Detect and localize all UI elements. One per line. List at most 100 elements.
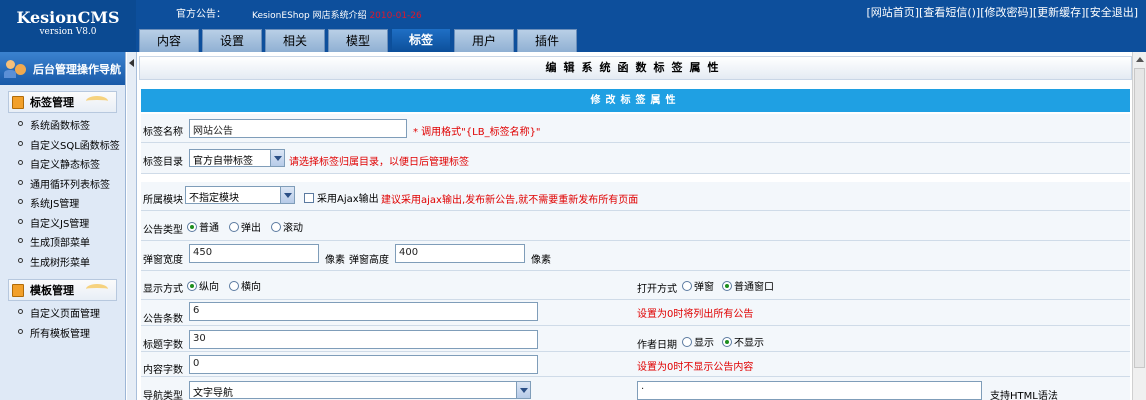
sidebar-item-custom-static-tags[interactable]: 自定义静态标签 (18, 156, 125, 176)
row-count: 公告条数 6 设置为0时将列出所有公告 (141, 300, 1130, 326)
author-option-label: 不显示 (734, 338, 764, 349)
nav-text-input[interactable]: · (637, 381, 982, 400)
sidebar-group-title: 标签管理 (30, 96, 74, 109)
notice-text[interactable]: KesionEShop 网店系统介绍 (252, 11, 369, 21)
author-label: 作者日期 (637, 340, 677, 351)
open-radio-popup[interactable]: 弹窗 (682, 278, 714, 293)
display-radio-vertical[interactable]: 纵向 (187, 278, 219, 293)
title-len-label: 标题字数 (143, 340, 183, 351)
tag-name-label: 标签名称 (143, 127, 183, 138)
link-messages-end[interactable]: )] (972, 6, 981, 19)
popup-width-label: 弹窗宽度 (143, 255, 183, 266)
sidebar-item-loop-list-tags[interactable]: 通用循环列表标签 (18, 176, 125, 196)
row-title-length: 标题字数 30 作者日期 显示 不显示 (141, 326, 1130, 352)
book-icon (12, 283, 24, 297)
tab-tags[interactable]: 标签 (391, 28, 451, 52)
tab-related[interactable]: 相关 (265, 29, 325, 52)
sidebar-list-tags: 系统函数标签 自定义SQL函数标签 自定义静态标签 通用循环列表标签 系统JS管… (0, 117, 125, 273)
content-len-label: 内容字数 (143, 365, 183, 376)
author-radio-show[interactable]: 显示 (682, 334, 714, 349)
display-option-label: 纵向 (199, 282, 219, 293)
page-title: 编辑系统函数标签属性 (139, 56, 1132, 80)
type-option-label: 普通 (199, 223, 219, 234)
display-radio-horizontal[interactable]: 横向 (229, 278, 261, 293)
row-module: 所属模块 不指定模块 采用Ajax输出 建议采用ajax输出,发布新公告,就不需… (141, 182, 1130, 211)
row-notice-type: 公告类型 普通 弹出 滚动 (141, 211, 1130, 241)
author-radio-hide[interactable]: 不显示 (722, 334, 764, 349)
checkbox-box[interactable] (304, 192, 314, 203)
type-radio-popup[interactable]: 弹出 (229, 219, 261, 234)
sidebar-group-template-manage[interactable]: 模板管理 (8, 279, 117, 301)
sidebar-item-tree-menu[interactable]: 生成树形菜单 (18, 254, 125, 274)
nav-label: 导航类型 (143, 391, 183, 400)
row-content-length: 内容字数 0 设置为0时不显示公告内容 (141, 352, 1130, 377)
notice-link[interactable]: KesionEShop 网店系统介绍 2010-01-26 (252, 8, 422, 21)
vertical-scrollbar[interactable] (1132, 52, 1146, 400)
ajax-label: 采用Ajax输出 (317, 194, 379, 205)
open-option-label: 弹窗 (694, 282, 714, 293)
link-logout[interactable]: [安全退出] (1085, 6, 1138, 19)
book-icon (12, 95, 24, 109)
sidebar-group-tag-manage[interactable]: 标签管理 (8, 91, 117, 113)
sidebar-item-system-function-tags[interactable]: 系统函数标签 (18, 117, 125, 137)
link-change-password[interactable]: [修改密码] (980, 6, 1033, 19)
title-len-input[interactable]: 30 (189, 330, 538, 349)
sidebar-group-title: 模板管理 (30, 284, 74, 297)
ajax-hint: 建议采用ajax输出,发布新公告,就不需要重新发布所有页面 (381, 195, 639, 206)
module-select[interactable]: 不指定模块 (185, 186, 295, 204)
top-header: KesionCMS version V8.0 官方公告： KesionEShop… (0, 0, 1146, 52)
popup-height-label: 弹窗高度 (349, 255, 389, 266)
main-tabs: 内容 设置 相关 模型 标签 用户 插件 (139, 28, 580, 52)
chevron-down-icon (270, 150, 284, 166)
row-popup-size: 弹窗宽度 450 像素 弹窗高度 400 像素 (141, 241, 1130, 271)
sidebar-item-system-js[interactable]: 系统JS管理 (18, 195, 125, 215)
tab-users[interactable]: 用户 (454, 29, 514, 52)
notice-date: 2010-01-26 (369, 11, 422, 21)
type-radio-normal[interactable]: 普通 (187, 219, 219, 234)
sidebar-item-custom-sql-tags[interactable]: 自定义SQL函数标签 (18, 137, 125, 157)
sidebar-item-top-menu[interactable]: 生成顶部菜单 (18, 234, 125, 254)
tag-name-input[interactable]: 网站公告 (189, 119, 407, 138)
link-messages[interactable]: [查看短信( (919, 6, 972, 19)
chevron-down-icon (280, 187, 294, 203)
section-title: 修改标签属性 (141, 89, 1130, 112)
tab-model[interactable]: 模型 (328, 29, 388, 52)
count-hint: 设置为0时将列出所有公告 (637, 309, 754, 320)
sidebar-collapse-strip[interactable] (127, 52, 137, 400)
row-nav-type: 导航类型 文字导航 · 支持HTML语法 (141, 377, 1130, 400)
link-refresh-cache[interactable]: [更新缓存] (1033, 6, 1086, 19)
module-label: 所属模块 (143, 195, 183, 206)
notice-label: 官方公告： (176, 9, 226, 20)
open-radio-normal[interactable]: 普通窗口 (722, 278, 774, 293)
type-option-label: 滚动 (283, 223, 303, 234)
content-hint: 设置为0时不显示公告内容 (637, 362, 754, 373)
link-home[interactable]: [网站首页] (866, 6, 919, 19)
collapse-arrow-icon[interactable] (129, 59, 134, 67)
sidebar-item-all-templates[interactable]: 所有模板管理 (18, 325, 125, 345)
type-radio-scroll[interactable]: 滚动 (271, 219, 303, 234)
nav-select[interactable]: 文字导航 (189, 381, 531, 399)
row-tag-name: 标签名称 网站公告 * 调用格式"{LB_标签名称}" (141, 114, 1130, 143)
count-label: 公告条数 (143, 314, 183, 325)
tab-content[interactable]: 内容 (139, 29, 199, 52)
popup-width-input[interactable]: 450 (189, 244, 319, 263)
author-option-label: 显示 (694, 338, 714, 349)
sidebar-item-custom-pages[interactable]: 自定义页面管理 (18, 305, 125, 325)
open-option-label: 普通窗口 (734, 282, 774, 293)
px-unit: 像素 (531, 255, 551, 266)
sidebar-item-custom-js[interactable]: 自定义JS管理 (18, 215, 125, 235)
sidebar: 后台管理操作导航 标签管理 系统函数标签 自定义SQL函数标签 自定义静态标签 … (0, 52, 126, 400)
ajax-checkbox[interactable]: 采用Ajax输出 (304, 190, 379, 205)
scroll-up-icon[interactable] (1135, 54, 1145, 66)
tab-plugins[interactable]: 插件 (517, 29, 577, 52)
chevron-down-icon (516, 382, 530, 398)
content-len-input[interactable]: 0 (189, 355, 538, 374)
scroll-thumb[interactable] (1134, 68, 1145, 368)
module-value: 不指定模块 (189, 193, 239, 204)
open-label: 打开方式 (637, 284, 677, 295)
popup-height-input[interactable]: 400 (395, 244, 525, 263)
main-content: 编辑系统函数标签属性 修改标签属性 标签名称 网站公告 * 调用格式"{LB_标… (139, 52, 1132, 400)
count-input[interactable]: 6 (189, 302, 538, 321)
tag-dir-select[interactable]: 官方自带标签 (189, 149, 285, 167)
tab-settings[interactable]: 设置 (202, 29, 262, 52)
